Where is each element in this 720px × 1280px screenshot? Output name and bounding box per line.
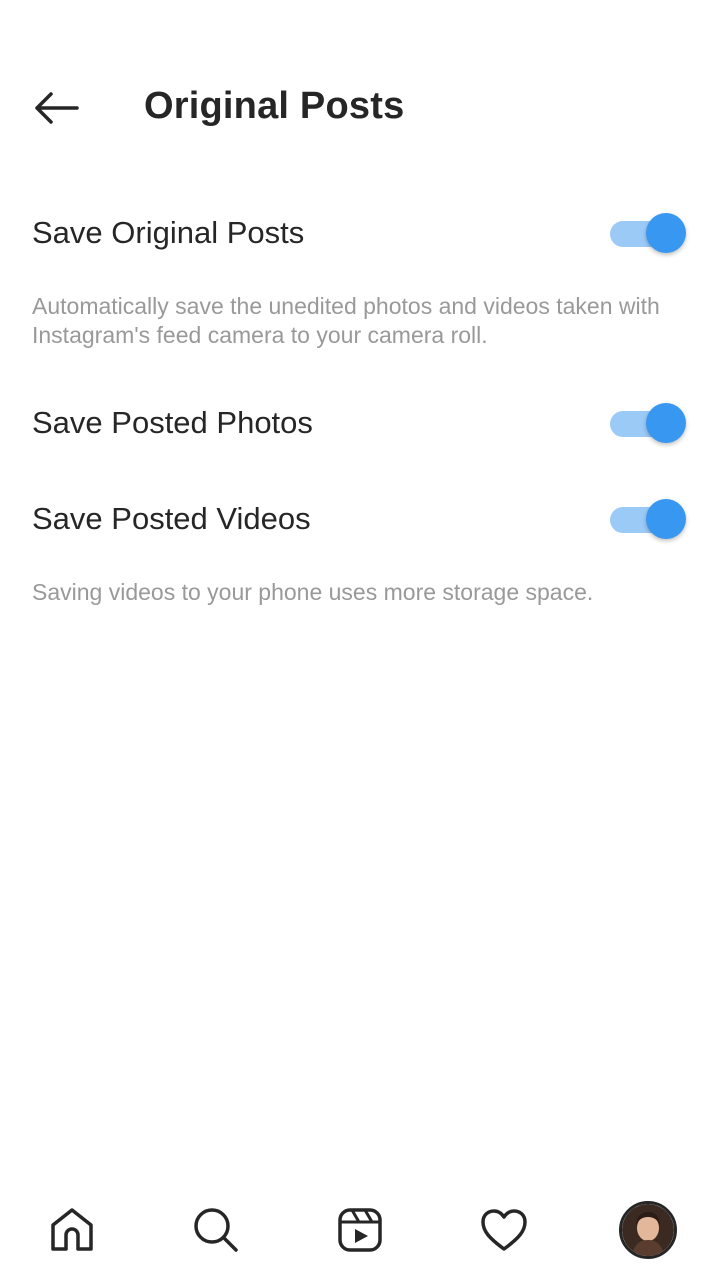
nav-reels[interactable] bbox=[310, 1180, 410, 1280]
back-button[interactable] bbox=[22, 80, 90, 136]
profile-avatar-icon bbox=[622, 1204, 674, 1256]
setting-row-save-posted-videos[interactable]: Save Posted Videos bbox=[0, 483, 720, 555]
nav-profile[interactable] bbox=[598, 1180, 698, 1280]
original-posts-screen: Original Posts Save Original Posts Autom… bbox=[0, 0, 720, 1280]
save-posted-videos-toggle[interactable] bbox=[610, 499, 686, 539]
save-posted-photos-toggle[interactable] bbox=[610, 403, 686, 443]
avatar bbox=[619, 1201, 677, 1259]
setting-description: Automatically save the unedited photos a… bbox=[32, 293, 660, 348]
toggle-thumb bbox=[646, 499, 686, 539]
heart-icon bbox=[481, 1209, 527, 1251]
setting-row-save-posted-photos[interactable]: Save Posted Photos bbox=[0, 387, 720, 459]
toggle-thumb bbox=[646, 213, 686, 253]
arrow-left-icon bbox=[35, 92, 79, 124]
setting-label: Save Posted Photos bbox=[32, 405, 313, 440]
save-original-posts-toggle[interactable] bbox=[610, 213, 686, 253]
home-icon bbox=[51, 1208, 93, 1251]
toggle-thumb bbox=[646, 403, 686, 443]
search-icon bbox=[194, 1208, 238, 1252]
nav-home[interactable] bbox=[22, 1180, 122, 1280]
setting-label: Save Posted Videos bbox=[32, 501, 311, 536]
reels-icon bbox=[338, 1208, 382, 1252]
bottom-navigation bbox=[0, 1180, 720, 1280]
page-title: Original Posts bbox=[144, 85, 405, 127]
nav-search[interactable] bbox=[166, 1180, 266, 1280]
setting-row-save-original-posts[interactable]: Save Original Posts bbox=[0, 197, 720, 269]
setting-label: Save Original Posts bbox=[32, 215, 305, 250]
nav-activity[interactable] bbox=[454, 1180, 554, 1280]
header: Original Posts bbox=[0, 60, 720, 152]
setting-description: Saving videos to your phone uses more st… bbox=[32, 579, 594, 605]
